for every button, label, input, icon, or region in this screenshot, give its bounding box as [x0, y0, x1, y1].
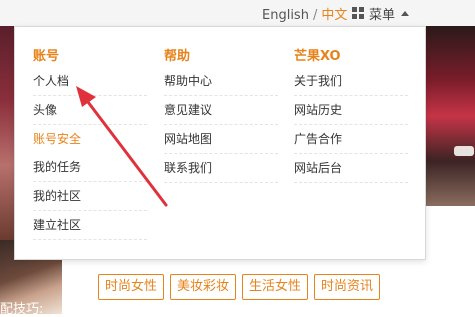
menu-item-help-center[interactable]: 帮助中心	[164, 67, 278, 96]
menu-column-account: 账号 个人档 头像 账号安全 我的任务 我的社区 建立社区	[33, 47, 149, 240]
language-switcher: English / 中文	[262, 4, 347, 23]
menu-item-avatar[interactable]: 头像	[33, 96, 147, 125]
background-photo-right	[424, 26, 475, 206]
tag-list: 时尚女性 美妆彩妆 生活女性 时尚资讯	[98, 274, 386, 300]
menu-toggle-button[interactable]: 菜单	[352, 2, 424, 24]
column-title-account: 账号	[33, 49, 60, 64]
menu-item-site-admin[interactable]: 网站后台	[294, 154, 408, 183]
menu-item-contact-us[interactable]: 联系我们	[164, 154, 278, 183]
menu-item-account-security[interactable]: 账号安全	[33, 125, 147, 153]
tag-fashion-women[interactable]: 时尚女性	[98, 274, 165, 300]
menu-item-profile[interactable]: 个人档	[33, 67, 147, 96]
lang-chinese-link[interactable]: 中文	[321, 8, 347, 23]
photo-caption[interactable]: 配技巧:	[0, 298, 62, 317]
menu-item-create-community[interactable]: 建立社区	[33, 211, 147, 240]
tag-makeup[interactable]: 美妆彩妆	[170, 274, 237, 300]
grid-icon	[352, 6, 365, 20]
menu-column-mangoxo: 芒果XO 关于我们 网站历史 广告合作 网站后台	[294, 47, 410, 183]
caret-up-icon	[401, 10, 410, 16]
menu-item-my-community[interactable]: 我的社区	[33, 182, 147, 211]
lang-english-link[interactable]: English	[262, 8, 309, 23]
menu-item-my-tasks[interactable]: 我的任务	[33, 153, 147, 182]
menu-item-feedback[interactable]: 意见建议	[164, 96, 278, 125]
column-title-help: 帮助	[164, 49, 191, 64]
menu-item-about-us[interactable]: 关于我们	[294, 67, 408, 96]
menu-column-help: 帮助 帮助中心 意见建议 网站地图 联系我们	[164, 47, 280, 183]
dropdown-menu: 账号 个人档 头像 账号安全 我的任务 我的社区 建立社区 帮助 帮助中心 意见…	[14, 26, 426, 260]
column-title-mangoxo: 芒果XO	[294, 49, 341, 64]
menu-item-site-history[interactable]: 网站历史	[294, 96, 408, 125]
lang-separator: /	[312, 8, 318, 23]
menu-label: 菜单	[369, 7, 396, 23]
tag-fashion-news[interactable]: 时尚资讯	[314, 274, 381, 300]
menu-item-sitemap[interactable]: 网站地图	[164, 125, 278, 154]
tag-lifestyle-women[interactable]: 生活女性	[242, 274, 309, 300]
menu-item-advertising[interactable]: 广告合作	[294, 125, 408, 154]
top-bar: English / 中文 菜单	[0, 0, 475, 26]
